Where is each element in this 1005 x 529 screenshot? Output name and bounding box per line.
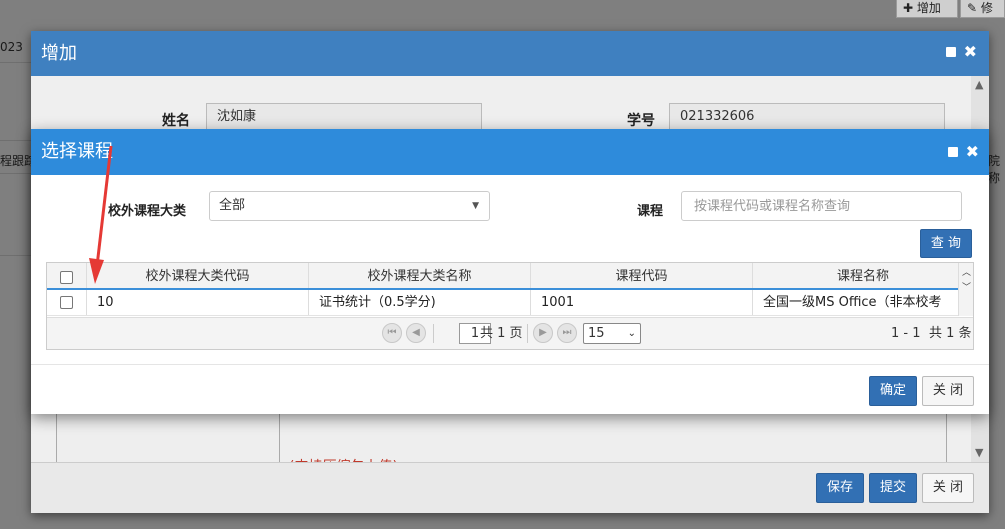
maximize-icon[interactable]	[947, 147, 958, 157]
bg-divider	[0, 173, 31, 174]
chevron-up-icon[interactable]: ︿	[962, 265, 971, 278]
name-label: 姓名	[162, 113, 190, 129]
category-select-value: 全部	[219, 198, 246, 213]
add-dialog-close-button[interactable]: 关 闭	[922, 473, 974, 503]
confirm-button[interactable]: 确定	[869, 376, 917, 406]
close-icon[interactable]: ✖	[964, 44, 977, 60]
grid-header: 校外课程大类代码 校外课程大类名称 课程代码 课程名称	[47, 263, 973, 290]
row-checkbox-cell	[47, 290, 87, 315]
column-header[interactable]: 课程代码	[531, 263, 753, 288]
bg-divider	[0, 140, 31, 141]
add-dialog-header: 增加 ✖	[31, 31, 989, 76]
query-button[interactable]: 查 询	[920, 229, 972, 258]
bg-divider	[0, 255, 31, 256]
pager-separator	[527, 324, 528, 343]
select-course-footer: 确定 关 闭	[31, 364, 989, 414]
select-course-header: 选择课程 ✖	[31, 129, 989, 175]
prev-page-icon[interactable]: ◀	[406, 323, 426, 343]
column-header[interactable]: 课程名称	[753, 263, 973, 288]
record-total-text: 共 1 条	[929, 326, 972, 341]
caret-down-icon: ▼	[472, 201, 479, 211]
maximize-icon[interactable]	[945, 47, 956, 57]
page-size-value: 15	[588, 326, 605, 341]
course-grid: 校外课程大类代码 校外课程大类名称 课程代码 课程名称 10 证书统计（0.5学…	[46, 262, 974, 350]
edit-icon: ✎	[967, 1, 978, 15]
plus-icon: ✚	[903, 1, 914, 15]
category-name-cell: 证书统计（0.5学分)	[309, 290, 531, 315]
table-row[interactable]: 10 证书统计（0.5学分) 1001 全国一级MS Office（非本校考证)	[47, 290, 958, 336]
total-pages-text: 共 1 页	[480, 326, 523, 341]
row-checkbox[interactable]	[60, 296, 73, 309]
scroll-down-icon[interactable]: ▼	[975, 446, 983, 459]
save-button[interactable]: 保存	[816, 473, 864, 503]
course-label: 课程	[637, 204, 664, 219]
last-page-icon[interactable]: ⏭	[557, 323, 577, 343]
add-dialog-title: 增加	[41, 43, 77, 64]
record-range-text: 1 - 1	[891, 326, 921, 341]
next-page-icon[interactable]: ▶	[533, 323, 553, 343]
add-dialog-window-controls: ✖	[945, 44, 977, 60]
column-header[interactable]: 校外课程大类代码	[87, 263, 309, 288]
close-icon[interactable]: ✖	[966, 144, 979, 160]
category-select[interactable]: 全部 ▼	[209, 191, 490, 221]
bg-add-button: ✚ 增加	[896, 0, 958, 18]
chevron-down-icon[interactable]: ﹀	[962, 280, 971, 293]
bg-divider	[0, 62, 31, 63]
select-all-checkbox[interactable]	[60, 271, 73, 284]
page-size-select[interactable]: 15 ⌄	[583, 323, 641, 344]
chevron-down-icon: ⌄	[627, 328, 636, 339]
select-course-close-button[interactable]: 关 闭	[922, 376, 974, 406]
pagination-bar: ⏮ ◀ 1 共 1 页 ▶ ⏭ 15 ⌄ 1 - 1 共 1 条	[47, 317, 973, 349]
scroll-up-icon[interactable]: ▲	[975, 78, 983, 91]
bg-text-fragment: 院称	[988, 154, 1001, 185]
column-header[interactable]: 校外课程大类名称	[309, 263, 531, 288]
student-id-label: 学号	[627, 113, 655, 129]
select-course-dialog: 选择课程 ✖ 校外课程大类 全部 ▼ 课程 查 询 校外课程大类代码 校外课程大…	[31, 129, 989, 414]
submit-button[interactable]: 提交	[869, 473, 917, 503]
course-search-input[interactable]	[681, 191, 962, 221]
grid-scrollbar[interactable]: ︿ ﹀	[958, 263, 973, 316]
name-field[interactable]: 沈如康	[206, 103, 482, 131]
select-course-window-controls: ✖	[947, 144, 979, 160]
add-dialog-footer: 保存 提交 关 闭	[31, 462, 989, 513]
category-code-cell: 10	[87, 290, 309, 315]
student-id-field[interactable]: 021332606	[669, 103, 945, 131]
bg-edit-button: ✎ 修	[960, 0, 1005, 18]
header-checkbox-cell	[47, 263, 87, 288]
pager-separator	[433, 324, 434, 343]
select-course-title: 选择课程	[41, 141, 113, 162]
first-page-icon[interactable]: ⏮	[382, 323, 402, 343]
bg-text-fragment: 023	[0, 40, 23, 54]
category-label: 校外课程大类	[108, 204, 187, 219]
course-code-cell: 1001	[531, 290, 753, 315]
course-name-cell: 全国一级MS Office（非本校考证)	[763, 295, 942, 336]
